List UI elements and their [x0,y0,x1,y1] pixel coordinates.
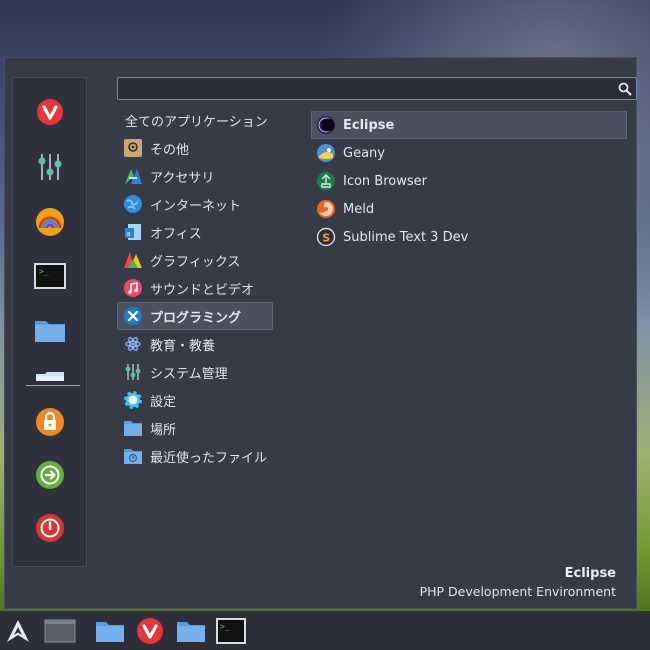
app-description: Eclipse PHP Development Environment [420,566,616,599]
accessories-icon [123,166,143,186]
favorites-panel: >_ [12,77,87,567]
internet-icon [123,194,143,214]
recent-files-icon [123,446,143,466]
home-folder-icon[interactable] [25,356,75,396]
app-label: Icon Browser [343,173,427,189]
category-label: システム管理 [150,366,228,382]
category-graphics[interactable]: グラフィックス [117,246,273,274]
other-icon [123,138,143,158]
category-accessories[interactable]: アクセサリ [117,162,273,190]
favorites-separator [26,385,80,386]
category-sound-video[interactable]: サウンドとビデオ [117,274,273,302]
description-subtitle: PHP Development Environment [419,584,616,599]
terminal-icon[interactable]: >_ [25,256,75,296]
category-label: その他 [150,142,190,158]
category-label: 最近使ったファイル [150,450,268,466]
category-places[interactable]: 場所 [117,414,273,442]
category-label: グラフィックス [150,254,241,270]
category-office[interactable]: a オフィス [117,218,273,246]
sublime-icon: S [316,227,336,247]
category-label: オフィス [150,226,202,242]
meld-icon [316,199,336,219]
mixer-icon[interactable] [25,147,75,187]
app-menu-icon[interactable] [2,615,34,647]
svg-text:a: a [126,230,130,238]
app-label: Eclipse [343,117,395,133]
search-icon[interactable] [618,81,632,100]
places-icon [123,418,143,438]
category-system[interactable]: システム管理 [117,358,273,386]
category-list: 全てのアプリケーション その他 アクセサリ インターネット a オフィス グラフ… [117,112,273,470]
category-label: 設定 [150,394,177,410]
svg-text:S: S [322,232,330,245]
app-label: Sublime Text 3 Dev [343,229,469,245]
app-eclipse[interactable]: Eclipse [311,111,627,139]
settings-icon [123,390,143,410]
vivaldi-icon[interactable] [134,615,166,647]
app-label: Meld [343,201,375,217]
geany-icon [316,143,336,163]
category-settings[interactable]: 設定 [117,386,273,414]
category-programming[interactable]: プログラミング [117,302,273,330]
logout-icon[interactable] [25,455,75,495]
category-education[interactable]: 教育・教養 [117,330,273,358]
svg-text:>_: >_ [220,622,230,631]
app-sublime-text[interactable]: S Sublime Text 3 Dev [311,223,627,251]
app-meld[interactable]: Meld [311,195,627,223]
app-label: Geany [343,145,385,161]
icon-browser-icon [316,171,336,191]
category-label: アクセサリ [150,170,215,186]
graphics-icon [123,250,143,270]
lock-icon[interactable] [25,402,75,442]
svg-text:>_: >_ [39,267,49,276]
terminal-icon[interactable]: >_ [215,615,247,647]
description-title: Eclipse [564,566,616,581]
programming-icon [123,306,143,326]
folder-icon[interactable] [175,615,207,647]
category-internet[interactable]: インターネット [117,190,273,218]
application-menu: >_ 全てのアプリケーション その他 アクセサリ インターネット a オフィス … [4,57,637,609]
application-list: Eclipse Geany Icon Browser Meld S Sublim… [311,111,627,251]
category-other[interactable]: その他 [117,134,273,162]
show-desktop-icon[interactable] [44,615,76,647]
category-recent-files[interactable]: 最近使ったファイル [117,442,273,470]
category-label: サウンドとビデオ [150,282,255,298]
category-label: 場所 [150,422,177,438]
search-input[interactable] [117,77,637,100]
vivaldi-icon[interactable] [25,92,75,132]
education-icon [123,334,143,354]
sound-video-icon [123,278,143,298]
category-all[interactable]: 全てのアプリケーション [117,112,273,134]
category-label: 教育・教養 [150,338,216,354]
office-icon: a [123,222,143,242]
app-icon-browser[interactable]: Icon Browser [311,167,627,195]
power-icon[interactable] [25,508,75,548]
taskbar: >_ [0,611,650,650]
eclipse-icon [316,115,336,135]
app-geany[interactable]: Geany [311,139,627,167]
system-icon [123,362,143,382]
folder-icon[interactable] [25,310,75,350]
category-label: プログラミング [150,310,242,326]
files-icon[interactable] [94,615,126,647]
category-label: インターネット [150,198,242,214]
rainbow-icon[interactable] [25,202,75,242]
